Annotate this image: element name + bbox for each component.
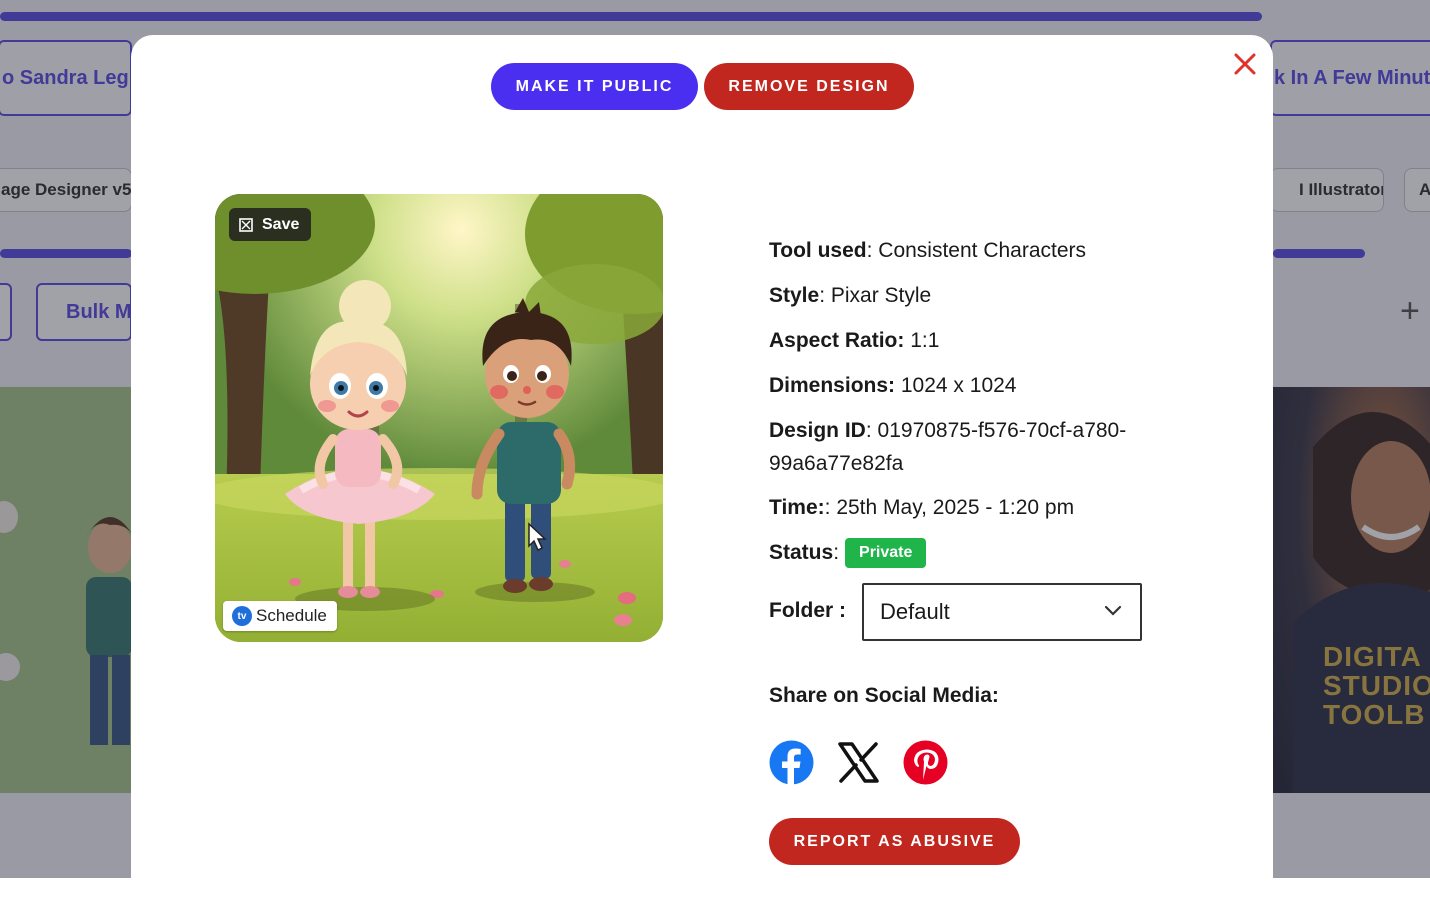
- detail-dimensions: Dimensions: 1024 x 1024: [769, 374, 1017, 397]
- facebook-share-button[interactable]: [769, 740, 814, 785]
- design-image-illustration: [215, 194, 663, 642]
- share-title: Share on Social Media:: [769, 684, 999, 707]
- detail-design-id: Design ID: 01970875-f576-70cf-a780-99a6a…: [769, 419, 1127, 475]
- detail-status: Status: Private: [769, 537, 927, 569]
- schedule-button[interactable]: tv Schedule: [223, 601, 337, 631]
- x-share-button[interactable]: [836, 740, 881, 785]
- remove-design-button[interactable]: REMOVE DESIGN: [704, 63, 914, 110]
- social-share-buttons: [769, 740, 948, 785]
- design-image[interactable]: Save tv Schedule: [215, 194, 663, 642]
- tailwind-logo-icon: tv: [232, 606, 252, 626]
- status-badge: Private: [845, 538, 927, 569]
- detail-folder: Folder : Default: [769, 583, 1189, 641]
- detail-style: Style: Pixar Style: [769, 284, 932, 307]
- folder-select[interactable]: Default: [862, 583, 1142, 641]
- screen: o Sandra Leg k In A Few Minut age Design…: [0, 0, 1430, 878]
- make-public-button[interactable]: MAKE IT PUBLIC: [491, 63, 698, 110]
- x-icon: [838, 742, 879, 783]
- detail-aspect-ratio: Aspect Ratio: 1:1: [769, 329, 940, 352]
- close-button[interactable]: [1231, 50, 1259, 78]
- close-icon: [1234, 53, 1256, 75]
- pinterest-share-button[interactable]: [903, 740, 948, 785]
- schedule-label: Schedule: [256, 606, 327, 625]
- modal-actions: MAKE IT PUBLIC REMOVE DESIGN: [491, 63, 914, 110]
- save-image-button[interactable]: Save: [229, 208, 312, 241]
- folder-selected-value: Default: [880, 599, 950, 624]
- design-details-modal: MAKE IT PUBLIC REMOVE DESIGN Save tv Sch…: [131, 35, 1273, 878]
- detail-time: Time:: 25th May, 2025 - 1:20 pm: [769, 496, 1075, 519]
- image-save-icon: [239, 217, 253, 232]
- save-label: Save: [262, 215, 300, 233]
- pinterest-icon: [903, 740, 948, 785]
- report-abusive-button[interactable]: REPORT AS ABUSIVE: [769, 818, 1020, 865]
- bottom-strip: [0, 878, 1430, 900]
- facebook-icon: [769, 740, 814, 785]
- chevron-down-icon: [1104, 605, 1122, 616]
- detail-tool: Tool used: Consistent Characters: [769, 239, 1087, 262]
